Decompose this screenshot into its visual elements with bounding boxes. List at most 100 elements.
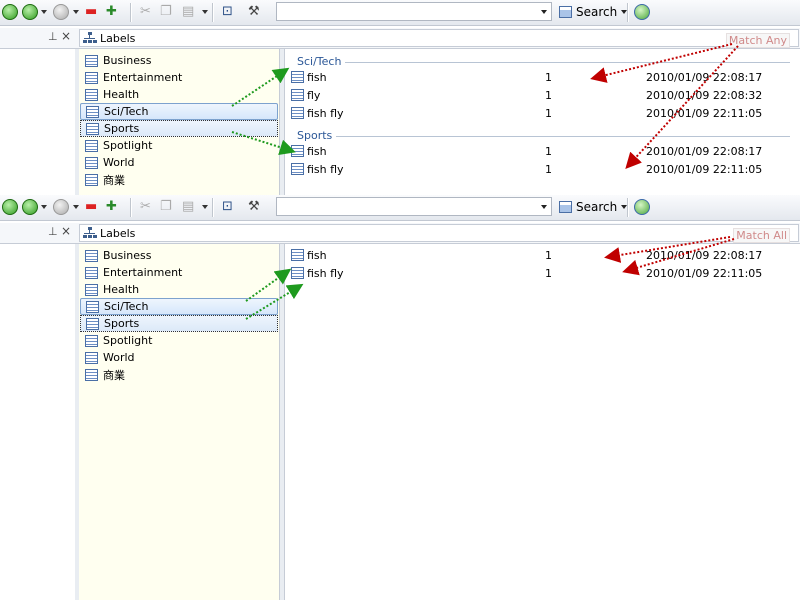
forward-icon[interactable] xyxy=(22,199,38,215)
toolbar: ▬ ✚ ✂ ❐ ▤ ⊡ ⚒ Search xyxy=(0,195,800,221)
table-row[interactable]: fish fly 1 2010/01/09 22:11:05 xyxy=(285,105,800,123)
table-row[interactable]: fish 1 2010/01/09 22:08:17 xyxy=(285,247,800,265)
row-name: fish xyxy=(307,249,327,262)
row-count: 1 xyxy=(545,71,552,84)
labels-header-title: Labels xyxy=(100,226,136,240)
note-icon xyxy=(291,163,304,175)
chevron-down-icon[interactable] xyxy=(73,10,79,14)
label-item-scitech[interactable]: Sci/Tech xyxy=(80,298,278,315)
label-item-sports[interactable]: Sports xyxy=(80,315,278,332)
label-item-health[interactable]: Health xyxy=(80,86,278,103)
label-icon xyxy=(85,173,98,186)
row-count: 1 xyxy=(545,249,552,262)
pin-icon[interactable]: ⊥ xyxy=(48,225,58,238)
label-icon xyxy=(85,368,98,381)
label-item-text: World xyxy=(103,156,135,169)
insert-icon[interactable]: ✚ xyxy=(106,3,117,21)
insert-icon[interactable]: ✚ xyxy=(106,198,117,216)
label-icon xyxy=(86,105,99,118)
chevron-down-icon[interactable] xyxy=(541,10,547,14)
chevron-down-icon[interactable] xyxy=(41,205,47,209)
close-icon[interactable]: × xyxy=(61,224,71,238)
search-button-label: Search xyxy=(576,199,618,214)
row-count: 1 xyxy=(545,163,552,176)
labels-header: Labels Match All xyxy=(79,224,799,243)
chevron-down-icon[interactable] xyxy=(541,205,547,209)
print-icon[interactable]: ▤ xyxy=(182,3,194,21)
match-mode-label[interactable]: Match Any xyxy=(725,33,790,48)
row-date: 2010/01/09 22:08:17 xyxy=(646,145,763,158)
label-icon xyxy=(85,351,98,364)
tools-icon[interactable]: ⚒ xyxy=(248,198,260,216)
refresh-icon[interactable] xyxy=(634,4,650,20)
label-item-business[interactable]: Business xyxy=(80,247,278,264)
cut-icon[interactable]: ✂ xyxy=(140,3,151,21)
search-combo[interactable] xyxy=(276,2,552,21)
chevron-down-icon[interactable] xyxy=(202,205,208,209)
add-icon[interactable] xyxy=(2,4,18,20)
pin-icon[interactable]: ⊥ xyxy=(48,30,58,43)
label-item-spotlight[interactable]: Spotlight xyxy=(80,332,278,349)
copy-icon[interactable]: ❐ xyxy=(160,198,172,216)
label-item-health[interactable]: Health xyxy=(80,281,278,298)
back-icon[interactable] xyxy=(53,4,69,20)
copy-icon[interactable]: ❐ xyxy=(160,3,172,21)
label-item-commerce[interactable]: 商業 xyxy=(80,366,278,383)
toolbar-separator xyxy=(212,198,214,217)
forward-icon[interactable] xyxy=(22,4,38,20)
label-icon xyxy=(85,334,98,347)
chevron-down-icon[interactable] xyxy=(202,10,208,14)
label-icon xyxy=(85,71,98,84)
label-item-text: Entertainment xyxy=(103,266,183,279)
row-date: 2010/01/09 22:08:17 xyxy=(646,71,763,84)
row-name: fish xyxy=(307,71,327,84)
table-row[interactable]: fly 1 2010/01/09 22:08:32 xyxy=(285,87,800,105)
table-row[interactable]: fish fly 1 2010/01/09 22:11:05 xyxy=(285,265,800,283)
search-button[interactable]: Search xyxy=(556,197,631,216)
remove-icon[interactable]: ▬ xyxy=(85,3,97,21)
cut-icon[interactable]: ✂ xyxy=(140,198,151,216)
label-item-business[interactable]: Business xyxy=(80,52,278,69)
label-item-sports[interactable]: Sports xyxy=(80,120,278,137)
table-row[interactable]: fish 1 2010/01/09 22:08:17 xyxy=(285,69,800,87)
label-item-entertainment[interactable]: Entertainment xyxy=(80,264,278,281)
label-item-commerce[interactable]: 商業 xyxy=(80,171,278,188)
label-item-world[interactable]: World xyxy=(80,154,278,171)
chevron-down-icon[interactable] xyxy=(41,10,47,14)
pane-header-bar: ⊥ × Labels Match All xyxy=(0,223,800,244)
left-pane xyxy=(0,244,76,600)
label-item-entertainment[interactable]: Entertainment xyxy=(80,69,278,86)
fit-icon[interactable]: ⊡ xyxy=(222,3,233,21)
label-icon xyxy=(85,156,98,169)
search-combo[interactable] xyxy=(276,197,552,216)
close-icon[interactable]: × xyxy=(61,29,71,43)
tree-icon xyxy=(83,227,97,239)
group-title: Sports xyxy=(297,129,337,142)
label-icon xyxy=(85,88,98,101)
table-row[interactable]: fish 1 2010/01/09 22:08:17 xyxy=(285,143,800,161)
row-date: 2010/01/09 22:11:05 xyxy=(646,107,763,120)
row-name: fish fly xyxy=(307,267,344,280)
refresh-icon[interactable] xyxy=(634,199,650,215)
remove-icon[interactable]: ▬ xyxy=(85,198,97,216)
note-icon xyxy=(291,267,304,279)
fit-icon[interactable]: ⊡ xyxy=(222,198,233,216)
results-pane: Sci/Tech fish 1 2010/01/09 22:08:17 fly 1 20… xyxy=(285,49,800,195)
print-icon[interactable]: ▤ xyxy=(182,198,194,216)
label-item-spotlight[interactable]: Spotlight xyxy=(80,137,278,154)
add-icon[interactable] xyxy=(2,199,18,215)
label-item-scitech[interactable]: Sci/Tech xyxy=(80,103,278,120)
back-icon[interactable] xyxy=(53,199,69,215)
label-item-world[interactable]: World xyxy=(80,349,278,366)
table-row[interactable]: fish fly 1 2010/01/09 22:11:05 xyxy=(285,161,800,179)
label-icon xyxy=(86,300,99,313)
group-header: Sci/Tech xyxy=(285,49,800,69)
labels-header-title: Labels xyxy=(100,31,136,45)
match-mode-label[interactable]: Match All xyxy=(733,228,790,243)
search-button[interactable]: Search xyxy=(556,2,631,21)
label-item-text: Sci/Tech xyxy=(104,105,149,118)
chevron-down-icon[interactable] xyxy=(73,205,79,209)
toolbar-separator xyxy=(212,3,214,22)
tools-icon[interactable]: ⚒ xyxy=(248,3,260,21)
row-date: 2010/01/09 22:08:32 xyxy=(646,89,763,102)
